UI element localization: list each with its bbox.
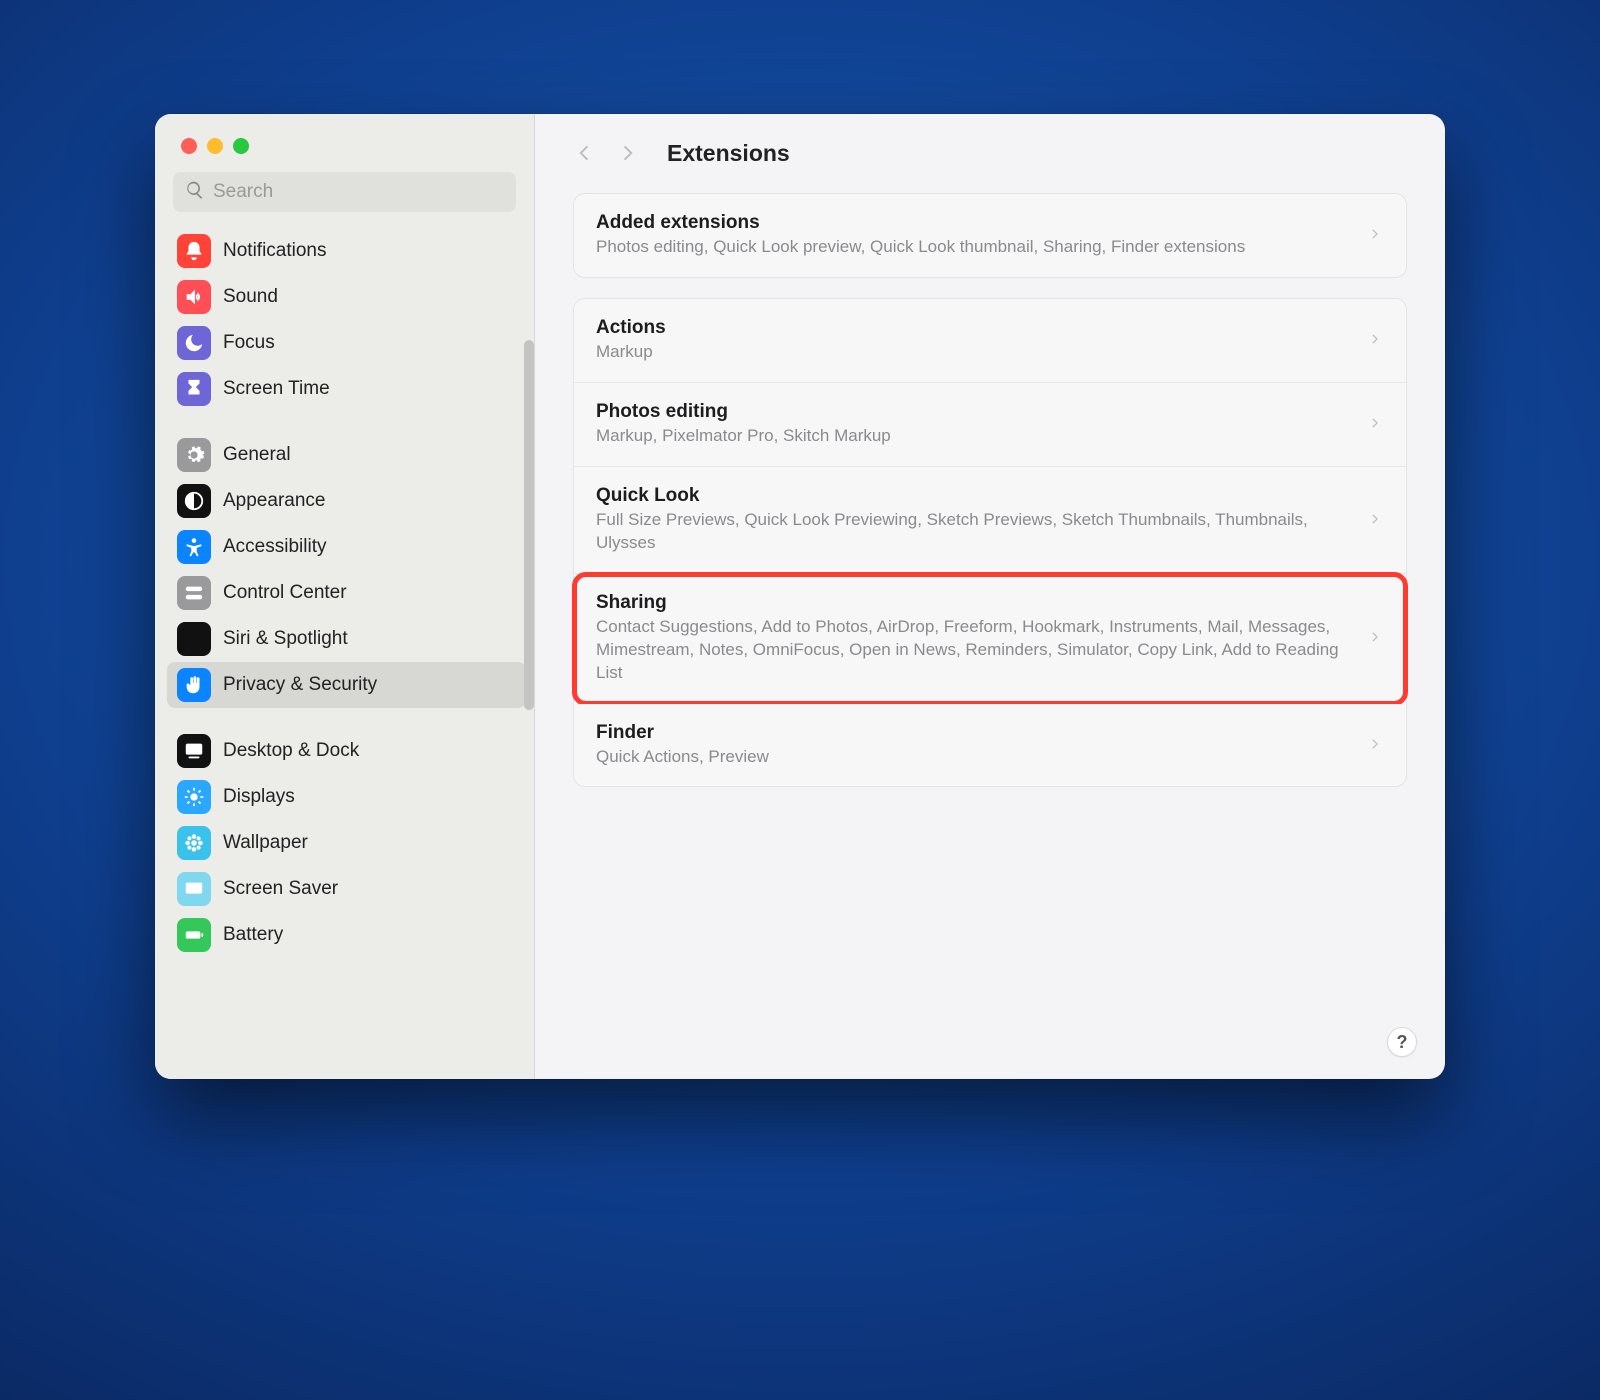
sidebar-item-screen-time[interactable]: Screen Time <box>167 366 526 412</box>
row-added-extensions[interactable]: Added extensionsPhotos editing, Quick Lo… <box>574 194 1406 277</box>
siri-icon <box>177 622 211 656</box>
battery-icon <box>177 918 211 952</box>
sidebar-scrollbar[interactable] <box>524 340 534 710</box>
row-photos-editing[interactable]: Photos editingMarkup, Pixelmator Pro, Sk… <box>574 383 1406 467</box>
chevron-right-icon <box>1368 737 1384 753</box>
sidebar-item-siri-spotlight[interactable]: Siri & Spotlight <box>167 616 526 662</box>
window-controls <box>155 114 534 154</box>
minimize-window-button[interactable] <box>207 138 223 154</box>
help-button[interactable]: ? <box>1387 1027 1417 1057</box>
row-title: Finder <box>596 722 1354 744</box>
accessibility-icon <box>177 530 211 564</box>
forward-button[interactable] <box>617 142 641 166</box>
speaker-icon <box>177 280 211 314</box>
fullscreen-window-button[interactable] <box>233 138 249 154</box>
sidebar-item-screen-saver[interactable]: Screen Saver <box>167 866 526 912</box>
sidebar-item-general[interactable]: General <box>167 432 526 478</box>
sidebar-item-displays[interactable]: Displays <box>167 774 526 820</box>
settings-group: Added extensionsPhotos editing, Quick Lo… <box>573 193 1407 278</box>
row-subtitle: Contact Suggestions, Add to Photos, AirD… <box>596 616 1354 685</box>
sidebar-item-label: General <box>223 444 291 466</box>
chevron-right-icon <box>1368 512 1384 528</box>
titlebar: Extensions <box>573 140 1407 167</box>
flower-icon <box>177 826 211 860</box>
sidebar-item-label: Sound <box>223 286 278 308</box>
chevron-right-icon <box>1368 227 1384 243</box>
row-title: Photos editing <box>596 401 1354 423</box>
chevron-right-icon <box>1368 630 1384 646</box>
close-window-button[interactable] <box>181 138 197 154</box>
settings-window: Notifications Sound Focus Screen Time Genera… <box>155 114 1445 1079</box>
content-pane: Extensions Added extensionsPhotos editin… <box>535 114 1445 1079</box>
sidebar-item-sound[interactable]: Sound <box>167 274 526 320</box>
row-actions[interactable]: ActionsMarkup <box>574 299 1406 383</box>
row-subtitle: Markup, Pixelmator Pro, Skitch Markup <box>596 425 1354 448</box>
row-title: Sharing <box>596 592 1354 614</box>
row-finder[interactable]: FinderQuick Actions, Preview <box>574 704 1406 787</box>
sidebar-item-desktop-dock[interactable]: Desktop & Dock <box>167 728 526 774</box>
sidebar-item-label: Control Center <box>223 582 347 604</box>
sidebar-item-control-center[interactable]: Control Center <box>167 570 526 616</box>
row-title: Actions <box>596 317 1354 339</box>
sidebar-item-label: Desktop & Dock <box>223 740 359 762</box>
sidebar-item-label: Accessibility <box>223 536 326 558</box>
row-sharing[interactable]: SharingContact Suggestions, Add to Photo… <box>574 574 1406 704</box>
sidebar-item-battery[interactable]: Battery <box>167 912 526 958</box>
hand-icon <box>177 668 211 702</box>
gear-icon <box>177 438 211 472</box>
sidebar-item-notifications[interactable]: Notifications <box>167 228 526 274</box>
search-field[interactable] <box>173 172 516 212</box>
sidebar-item-label: Privacy & Security <box>223 674 377 696</box>
search-input[interactable] <box>213 181 504 203</box>
sidebar-item-label: Screen Time <box>223 378 330 400</box>
sidebar-item-label: Battery <box>223 924 283 946</box>
appearance-icon <box>177 484 211 518</box>
sidebar-nav: Notifications Sound Focus Screen Time Genera… <box>155 220 534 1079</box>
sidebar-item-label: Siri & Spotlight <box>223 628 348 650</box>
row-title: Quick Look <box>596 485 1354 507</box>
hourglass-icon <box>177 372 211 406</box>
sidebar-item-appearance[interactable]: Appearance <box>167 478 526 524</box>
row-subtitle: Quick Actions, Preview <box>596 746 1354 769</box>
row-quick-look[interactable]: Quick LookFull Size Previews, Quick Look… <box>574 467 1406 574</box>
sidebar-item-label: Notifications <box>223 240 327 262</box>
row-subtitle: Photos editing, Quick Look preview, Quic… <box>596 236 1354 259</box>
settings-group: ActionsMarkupPhotos editingMarkup, Pixel… <box>573 298 1407 788</box>
sidebar-item-accessibility[interactable]: Accessibility <box>167 524 526 570</box>
sidebar-item-label: Focus <box>223 332 275 354</box>
sidebar-item-wallpaper[interactable]: Wallpaper <box>167 820 526 866</box>
sidebar-item-label: Appearance <box>223 490 325 512</box>
sidebar: Notifications Sound Focus Screen Time Genera… <box>155 114 535 1079</box>
bell-icon <box>177 234 211 268</box>
sun-icon <box>177 780 211 814</box>
row-subtitle: Markup <box>596 341 1354 364</box>
chevron-right-icon <box>1368 416 1384 432</box>
row-subtitle: Full Size Previews, Quick Look Previewin… <box>596 509 1354 555</box>
sidebar-item-label: Wallpaper <box>223 832 308 854</box>
dock-icon <box>177 734 211 768</box>
back-button[interactable] <box>573 142 597 166</box>
chevron-right-icon <box>1368 332 1384 348</box>
sidebar-item-label: Displays <box>223 786 295 808</box>
search-icon <box>185 180 213 205</box>
screensaver-icon <box>177 872 211 906</box>
sidebar-item-privacy-security[interactable]: Privacy & Security <box>167 662 526 708</box>
sidebar-item-label: Screen Saver <box>223 878 338 900</box>
switches-icon <box>177 576 211 610</box>
moon-icon <box>177 326 211 360</box>
row-title: Added extensions <box>596 212 1354 234</box>
sidebar-item-focus[interactable]: Focus <box>167 320 526 366</box>
page-title: Extensions <box>667 140 790 167</box>
